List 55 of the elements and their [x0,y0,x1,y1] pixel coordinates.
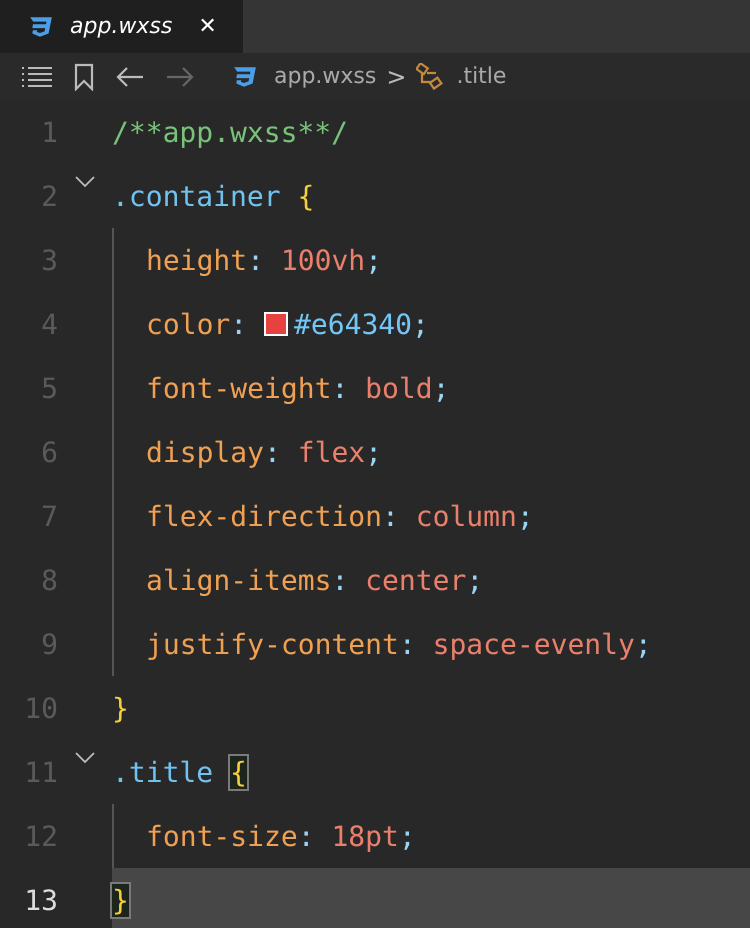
back-arrow-icon[interactable] [116,66,144,88]
symbol-icon [416,62,444,90]
brace: { [297,180,314,212]
punctuation: : [298,820,316,852]
css-value: center [365,564,466,596]
color-swatch[interactable] [264,312,288,336]
css-value: 18pt [331,820,399,852]
fold-chevron-icon[interactable] [75,752,95,764]
css-value: space-evenly [432,628,635,660]
breadcrumb-separator: > [386,62,406,90]
css-property: align-items [146,564,332,596]
brace: { [230,756,247,788]
punctuation: : [331,372,350,404]
punctuation: ; [634,628,652,660]
css-property: height [146,244,248,276]
punctuation: : [247,244,266,276]
punctuation: : [264,436,282,468]
breadcrumb-symbol[interactable]: .title [456,64,506,89]
css-selector: .title [112,756,214,788]
punctuation: ; [432,372,450,404]
css-property: font-weight [146,372,332,404]
breadcrumb-file[interactable]: app.wxss [274,64,376,89]
css-value: column [416,500,517,532]
punctuation: ; [516,500,534,532]
punctuation: : [382,500,400,532]
forward-arrow-icon[interactable] [166,66,194,88]
css-property: display [146,436,264,468]
punctuation: : [331,564,350,596]
css-property: color [146,308,230,340]
punctuation: ; [466,564,484,596]
file-tab[interactable]: app.wxss ✕ [0,0,243,53]
bookmark-icon[interactable] [74,62,94,90]
css-value: flex [298,436,366,468]
list-icon[interactable] [22,66,52,88]
punctuation: : [230,308,248,340]
punctuation: ; [412,308,429,340]
code-comment: /**app.wxss**/ [112,116,348,148]
punctuation: ; [365,436,382,468]
css-property: justify-content [146,628,399,660]
fold-chevron-icon[interactable] [75,176,95,188]
color-value: #e64340 [294,308,412,340]
css-selector: .container [112,180,282,212]
close-button[interactable]: ✕ [198,14,217,39]
css-value: 100vh [280,244,366,276]
css-file-icon [28,16,54,38]
punctuation: ; [365,244,382,276]
css-property: flex-direction [146,500,382,532]
punctuation: : [398,628,417,660]
css-file-icon [232,66,258,88]
punctuation: ; [398,820,416,852]
brace: } [112,884,129,916]
brace: } [112,692,129,724]
css-property: font-size [146,820,298,852]
line-number: 13 [23,884,58,916]
css-value: bold [365,372,433,404]
